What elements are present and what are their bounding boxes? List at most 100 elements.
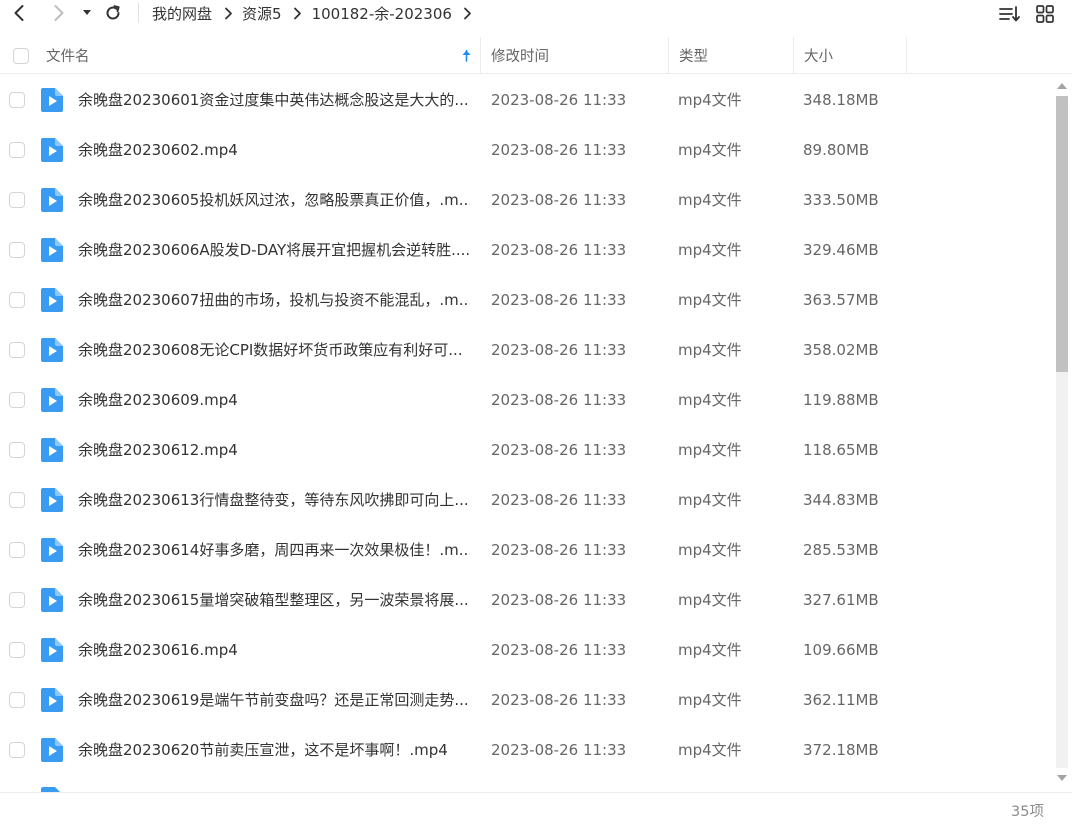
file-modified-time: 2023-08-26 11:33: [491, 191, 627, 209]
file-name[interactable]: 余晚盘20230620节前卖压宣泄，这不是坏事啊！.mp4: [78, 725, 470, 775]
chevron-right-icon[interactable]: [461, 6, 475, 20]
row-checkbox[interactable]: [9, 592, 25, 608]
arrow-up-icon[interactable]: [461, 49, 472, 62]
file-type: mp4文件: [678, 191, 742, 209]
column-modified-label: 修改时间: [491, 49, 549, 65]
file-row[interactable]: 余晚盘20230612.mp4 2023-08-26 11:33 mp4文件 1…: [0, 425, 1052, 475]
file-row[interactable]: 余晚盘20230609.mp4 2023-08-26 11:33 mp4文件 1…: [0, 375, 1052, 425]
file-name[interactable]: 余晚盘20230601资金过度集中英伟达概念股这是大大的...: [78, 75, 470, 125]
file-row[interactable]: 余晚盘20230606A股发D-DAY将展开宜把握机会逆转胜.... 2023-…: [0, 225, 1052, 275]
file-row[interactable]: 余晚盘20230614好事多磨，周四再来一次效果极佳！.m... 2023-08…: [0, 525, 1052, 575]
caret-down-icon: [83, 10, 91, 15]
video-file-icon: [41, 288, 63, 312]
history-dropdown-button[interactable]: [80, 2, 94, 24]
file-type: mp4文件: [678, 91, 742, 109]
file-name[interactable]: 余晚盘20230612.mp4: [78, 425, 470, 475]
file-name[interactable]: 余晚盘20230605投机妖风过浓，忽略股票真正价值，.m...: [78, 175, 470, 225]
row-checkbox[interactable]: [9, 242, 25, 258]
grid-view-icon: [1036, 5, 1054, 23]
file-name[interactable]: 余晚盘20230614好事多磨，周四再来一次效果极佳！.m...: [78, 525, 470, 575]
video-file-icon: [41, 738, 63, 762]
column-size-label: 大小: [804, 49, 833, 65]
column-size-header[interactable]: 大小: [804, 37, 904, 74]
forward-button[interactable]: [49, 2, 69, 24]
file-name[interactable]: 余晚盘20230608无论CPI数据好坏货币政策应有利好可...: [78, 325, 470, 375]
column-modified-header[interactable]: 修改时间: [491, 37, 666, 74]
video-file-icon: [41, 388, 63, 412]
file-row[interactable]: 余晚盘20230615量增突破箱型整理区，另一波荣景将展... 2023-08-…: [0, 575, 1052, 625]
file-modified-time: 2023-08-26 11:33: [491, 91, 627, 109]
file-row[interactable]: 余晚盘20230613行情盘整待变，等待东风吹拂即可向上... 2023-08-…: [0, 475, 1052, 525]
file-type: mp4文件: [678, 141, 742, 159]
column-name-header[interactable]: 文件名: [46, 37, 476, 74]
file-row[interactable]: 余晚盘20230601资金过度集中英伟达概念股这是大大的... 2023-08-…: [0, 75, 1052, 125]
row-checkbox[interactable]: [9, 92, 25, 108]
file-modified-time: 2023-08-26 11:33: [491, 441, 627, 459]
row-checkbox[interactable]: [9, 142, 25, 158]
breadcrumb-item-root[interactable]: 我的网盘: [152, 3, 212, 24]
file-name[interactable]: 余晚盘20230615量增突破箱型整理区，另一波荣景将展...: [78, 575, 470, 625]
back-button[interactable]: [9, 2, 29, 24]
file-name[interactable]: 余晚盘20230606A股发D-DAY将展开宜把握机会逆转胜....: [78, 225, 470, 275]
file-row[interactable]: 余晚盘20230620节前卖压宣泄，这不是坏事啊！.mp4 2023-08-26…: [0, 725, 1052, 775]
file-size: 348.18MB: [803, 91, 879, 109]
video-file-icon: [41, 688, 63, 712]
file-row[interactable]: 余晚盘20230605投机妖风过浓，忽略股票真正价值，.m... 2023-08…: [0, 175, 1052, 225]
grid-view-button[interactable]: [1034, 4, 1056, 24]
refresh-button[interactable]: [102, 2, 124, 24]
file-row[interactable]: 余晚盘20230616.mp4 2023-08-26 11:33 mp4文件 1…: [0, 625, 1052, 675]
file-name[interactable]: 余晚盘20230607扭曲的市场，投机与投资不能混乱，.m...: [78, 275, 470, 325]
scroll-thumb[interactable]: [1056, 96, 1068, 372]
file-name[interactable]: 余晚盘20230613行情盘整待变，等待东风吹拂即可向上...: [78, 475, 470, 525]
file-row[interactable]: 余晚盘20230607扭曲的市场，投机与投资不能混乱，.m... 2023-08…: [0, 275, 1052, 325]
file-size: 363.57MB: [803, 291, 879, 309]
row-checkbox[interactable]: [9, 292, 25, 308]
file-type: mp4文件: [678, 691, 742, 709]
video-file-icon: [41, 238, 63, 262]
column-divider[interactable]: [668, 37, 669, 74]
video-file-icon: [41, 188, 63, 212]
file-row[interactable]: 余晚盘20230608无论CPI数据好坏货币政策应有利好可... 2023-08…: [0, 325, 1052, 375]
row-checkbox[interactable]: [9, 342, 25, 358]
file-name[interactable]: 余晚盘20230619是端午节前变盘吗？还是正常回测走势...: [78, 675, 470, 725]
vertical-scrollbar[interactable]: [1054, 78, 1070, 790]
file-modified-time: 2023-08-26 11:33: [491, 491, 627, 509]
breadcrumb-item-folder[interactable]: 资源5: [242, 3, 282, 24]
file-size: 333.50MB: [803, 191, 879, 209]
file-row[interactable]: 余晚盘20230619是端午节前变盘吗？还是正常回测走势... 2023-08-…: [0, 675, 1052, 725]
column-divider[interactable]: [906, 37, 907, 74]
file-size: 372.18MB: [803, 741, 879, 759]
file-modified-time: 2023-08-26 11:33: [491, 141, 627, 159]
row-checkbox[interactable]: [9, 392, 25, 408]
scroll-up-arrow-icon[interactable]: [1056, 80, 1068, 92]
file-size: 362.11MB: [803, 691, 879, 709]
sort-options-button[interactable]: [998, 4, 1022, 24]
row-checkbox[interactable]: [9, 642, 25, 658]
select-all-checkbox[interactable]: [13, 48, 29, 64]
row-checkbox[interactable]: [9, 192, 25, 208]
video-file-icon: [41, 138, 63, 162]
file-size: 118.65MB: [803, 441, 879, 459]
row-checkbox[interactable]: [9, 492, 25, 508]
toolbar: 我的网盘 资源5 100182-余-202306: [0, 0, 1072, 28]
row-checkbox[interactable]: [9, 692, 25, 708]
breadcrumb: 我的网盘 资源5 100182-余-202306: [152, 2, 482, 24]
scroll-down-arrow-icon[interactable]: [1056, 772, 1068, 784]
row-checkbox[interactable]: [9, 442, 25, 458]
column-divider[interactable]: [480, 37, 481, 74]
file-name[interactable]: 余晚盘20230616.mp4: [78, 625, 470, 675]
file-modified-time: 2023-08-26 11:33: [491, 341, 627, 359]
row-checkbox[interactable]: [9, 742, 25, 758]
file-name[interactable]: 余晚盘20230602.mp4: [78, 125, 470, 175]
file-size: 119.88MB: [803, 391, 879, 409]
video-file-icon: [41, 438, 63, 462]
column-header: 文件名 修改时间 类型 大小: [0, 37, 1072, 74]
file-type: mp4文件: [678, 591, 742, 609]
item-count: 35项: [1011, 804, 1044, 820]
row-checkbox[interactable]: [9, 542, 25, 558]
column-divider[interactable]: [793, 37, 794, 74]
breadcrumb-item-current[interactable]: 100182-余-202306: [312, 3, 452, 24]
file-name[interactable]: 余晚盘20230609.mp4: [78, 375, 470, 425]
column-type-header[interactable]: 类型: [679, 37, 791, 74]
file-row[interactable]: 余晚盘20230602.mp4 2023-08-26 11:33 mp4文件 8…: [0, 125, 1052, 175]
